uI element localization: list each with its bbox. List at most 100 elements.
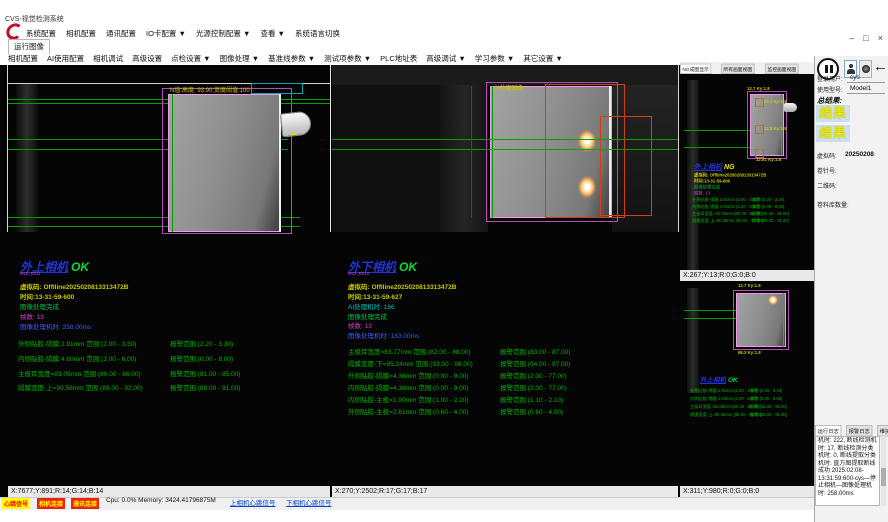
- menu-item-light-config[interactable]: 光源控制配置 ▼: [196, 28, 251, 39]
- mid-camera-image-area[interactable]: [332, 65, 678, 232]
- tool-plc-address[interactable]: PLC地址表: [380, 53, 417, 64]
- left-camera-status: OK: [71, 260, 89, 274]
- measurement-value: 主极耳宽度=83.05mm 范围:(80.00 - 86.00): [18, 371, 141, 378]
- log-scrollbar[interactable]: [881, 436, 886, 506]
- tool-baseline-params[interactable]: 基准线参数 ▼: [268, 53, 315, 64]
- measurement-value: 主极耳宽度=83.77mm 范围:(82.00 - 88.00): [348, 349, 471, 356]
- measurement-value: 内侧贴胶-隔膜=4.38mm 范围:(0.00 - 9.00): [348, 385, 468, 392]
- measurement-row: 外侧贴胶-隔膜:2.91mm 范围:(2.00 - 3.50) 报警范围:(2.…: [18, 338, 136, 348]
- log-tab-maintenance[interactable]: 维护日志: [877, 425, 888, 436]
- measurement-row: 主极耳宽度=83.77mm 范围:(82.00 - 88.00) 报警范围:(8…: [348, 346, 471, 356]
- alarm-range: 报警范围:(0.00 - 8.00): [170, 353, 233, 363]
- alarm-range: 报警范围:(81.00 - 85.00): [170, 368, 240, 378]
- mid-process-time-line: 图像处理机时: 183.00ms: [348, 330, 419, 340]
- log-tab-run[interactable]: 运行日志: [815, 425, 841, 436]
- close-icon[interactable]: ×: [878, 33, 883, 43]
- tool-advanced-debug[interactable]: 高级调试 ▼: [426, 53, 466, 64]
- menu-item-language-switch[interactable]: 系统语言切换: [295, 28, 340, 39]
- app-window: CVS-视觉检测系统 – □ × 系统配置 相机配置 通讯配置 IO卡配置 ▼ …: [0, 0, 888, 522]
- stock-count-label: 卷料库数量:: [817, 200, 849, 209]
- virtual-code-label: 虚拟码:: [817, 151, 837, 160]
- tool-test-params[interactable]: 测试项参数 ▼: [324, 53, 371, 64]
- left-barcode-line: 虚拟码: OfflIine2025020813313472B: [20, 281, 128, 291]
- tool-camera-debug[interactable]: 相机调试: [93, 53, 123, 64]
- lower-camera-heartbeat-link[interactable]: 下相机心跳信号: [286, 497, 332, 507]
- measurement-row: 外侧贴胶-主极=2.61mm 范围:(0.60 - 4.00) 报警范围:(0.…: [348, 406, 468, 416]
- mid-ai-time-line: AI处理机时: 166: [348, 301, 395, 311]
- mid-camera-status: OK: [399, 260, 417, 274]
- ng-image-area[interactable]: [680, 74, 814, 270]
- login-user-value[interactable]: cys: [850, 74, 860, 81]
- mid-pixel-coords: X:270;Y:2502;R:17;G:17;B:17: [332, 486, 678, 497]
- upper-camera-heartbeat-link[interactable]: 上相机心跳信号: [230, 497, 276, 507]
- monitor-pixel-coords: X:311;Y:980;R:0;G:0;B:0: [680, 486, 814, 497]
- panel-separator: [678, 65, 679, 232]
- exit-arrow-button[interactable]: ←: [873, 58, 888, 75]
- tool-spot-check[interactable]: 点检设置 ▼: [171, 53, 211, 64]
- log-tab-alarm[interactable]: 报警日志: [846, 425, 872, 436]
- monitor-image-area[interactable]: [680, 282, 814, 392]
- measurement-value: 外侧贴胶-隔膜:2.91mm 范围:(2.00 - 3.50): [18, 341, 136, 348]
- left-process-done-line: 图像处理完成: [20, 301, 59, 311]
- measurement-value: 内侧贴胶-隔膜:4.60mm 范围:(3.00 - 6.00): [18, 356, 136, 363]
- left-frame-line: 帧数: 13: [20, 311, 44, 321]
- ng-tab-display[interactable]: NG成图显示: [680, 64, 711, 74]
- alarm-range: 报警范围:(2.20 - 3.30): [170, 338, 233, 348]
- log-text-area[interactable]: 机时: 222, 断线检测机时: 17, 断线检测分类机时: 0, 断线提取分类…: [815, 436, 880, 506]
- measurement-row: 内侧贴胶-主极=1.90mm 范围:(1.00 - 2.20) 报警范围:(1.…: [348, 394, 468, 404]
- pause-icon: [830, 65, 833, 73]
- comm-connect-badge: 通讯连接: [71, 498, 99, 509]
- field-underline: [847, 82, 885, 83]
- window-controls: – □ ×: [849, 33, 883, 43]
- left-process-time-line: 图像处理机时: 258.00ms: [20, 321, 91, 331]
- qr-code-label: 二维码:: [817, 181, 837, 190]
- left-camera-subid: M16_B011: [20, 272, 41, 276]
- restore-icon[interactable]: □: [863, 33, 868, 43]
- ng-tab-all-views[interactable]: 所有画面视图: [721, 64, 755, 74]
- measurement-row: 内侧贴胶-隔膜:4.60mm (3.00 - 6.00) 报警:(0.00 - …: [690, 396, 757, 402]
- field-underline: [847, 93, 885, 94]
- tool-camera-config[interactable]: 相机配置: [8, 53, 38, 64]
- alarm-range: 报警范围:(2.00 - 77.00): [500, 370, 567, 380]
- mid-barcode-line: 虚拟码: OfflIine2025020813313472B: [348, 281, 456, 291]
- alarm-range: 报警范围:(83.00 - 87.00): [500, 346, 570, 356]
- needle-number-label: 卷针号:: [817, 166, 837, 175]
- result-badge: 结果: [816, 125, 850, 142]
- minimize-icon[interactable]: –: [849, 33, 854, 43]
- menu-item-comm-config[interactable]: 通讯配置: [106, 28, 136, 39]
- tool-advanced-settings[interactable]: 高级设置: [132, 53, 162, 64]
- user-icon: [849, 64, 853, 68]
- tool-learning-params[interactable]: 学习参数 ▼: [475, 53, 515, 64]
- measurement-value: 外侧贴胶-主极=2.61mm 范围:(0.60 - 4.00): [348, 409, 468, 416]
- tool-image-processing[interactable]: 图像处理 ▼: [220, 53, 260, 64]
- ng-tab-bar: NG成图显示 所有画面视图 监控画面视图: [680, 62, 814, 74]
- scrollbar-thumb[interactable]: [881, 468, 886, 486]
- lens-icon: [862, 65, 870, 73]
- left-camera-image-area[interactable]: [8, 84, 330, 232]
- alarm-range: 报警:(0.00 - 8.00): [750, 396, 782, 402]
- model-value[interactable]: Model1: [850, 85, 871, 92]
- measurement-row: 隔膜宽度-上=90.56mm 范围:(88.00 - 92.00) 报警范围:(…: [18, 382, 143, 392]
- panel-separator: [330, 65, 331, 232]
- mid-time-line: 时间:13-31-59-627: [348, 291, 402, 301]
- left-pixel-coords: X:7677;Y:891;R:14;G:14;B:14: [8, 486, 330, 497]
- ng-tab-monitor-views[interactable]: 监控画面视图: [765, 64, 799, 74]
- measurement-row: 主极耳宽度=83.05mm (80.00 - 86.00) 报警:(81.00 …: [690, 404, 760, 410]
- measurement-value: 外侧贴胶-隔膜=4.38mm 范围:(0.00 - 9.00): [348, 373, 468, 380]
- alarm-range: 报警:(89.00 - 91.00): [750, 412, 787, 418]
- menu-item-view[interactable]: 查看 ▼: [260, 28, 285, 39]
- pause-icon: [825, 65, 828, 73]
- measurement-row: 隔膜宽度-下=95.24mm 范围:(93.00 - 98.00) 报警范围:(…: [348, 358, 473, 368]
- alarm-range: 报警范围:(0.60 - 4.00): [500, 406, 563, 416]
- tool-other-settings[interactable]: 其它设置 ▼: [523, 53, 563, 64]
- menu-item-camera-config[interactable]: 相机配置: [66, 28, 96, 39]
- measurement-value: 隔膜宽度-上=90.56mm 范围:(88.00 - 92.00): [18, 385, 143, 392]
- menu-item-system-config[interactable]: 系统配置: [26, 28, 56, 39]
- menu-item-io-config[interactable]: IO卡配置 ▼: [146, 28, 186, 39]
- menu-bar: 系统配置 相机配置 通讯配置 IO卡配置 ▼ 光源控制配置 ▼ 查看 ▼ 系统语…: [26, 28, 340, 39]
- camera-lens-button[interactable]: [859, 60, 872, 78]
- tool-ai-config[interactable]: AI使用配置: [47, 53, 84, 64]
- alarm-range: 报警范围:(89.00 - 91.00): [170, 382, 240, 392]
- measurement-row: 内侧贴胶-隔膜=4.38mm 范围:(0.00 - 9.00) 报警范围:(2.…: [348, 382, 468, 392]
- alarm-range: 报警范围:(2.00 - 77.00): [500, 382, 567, 392]
